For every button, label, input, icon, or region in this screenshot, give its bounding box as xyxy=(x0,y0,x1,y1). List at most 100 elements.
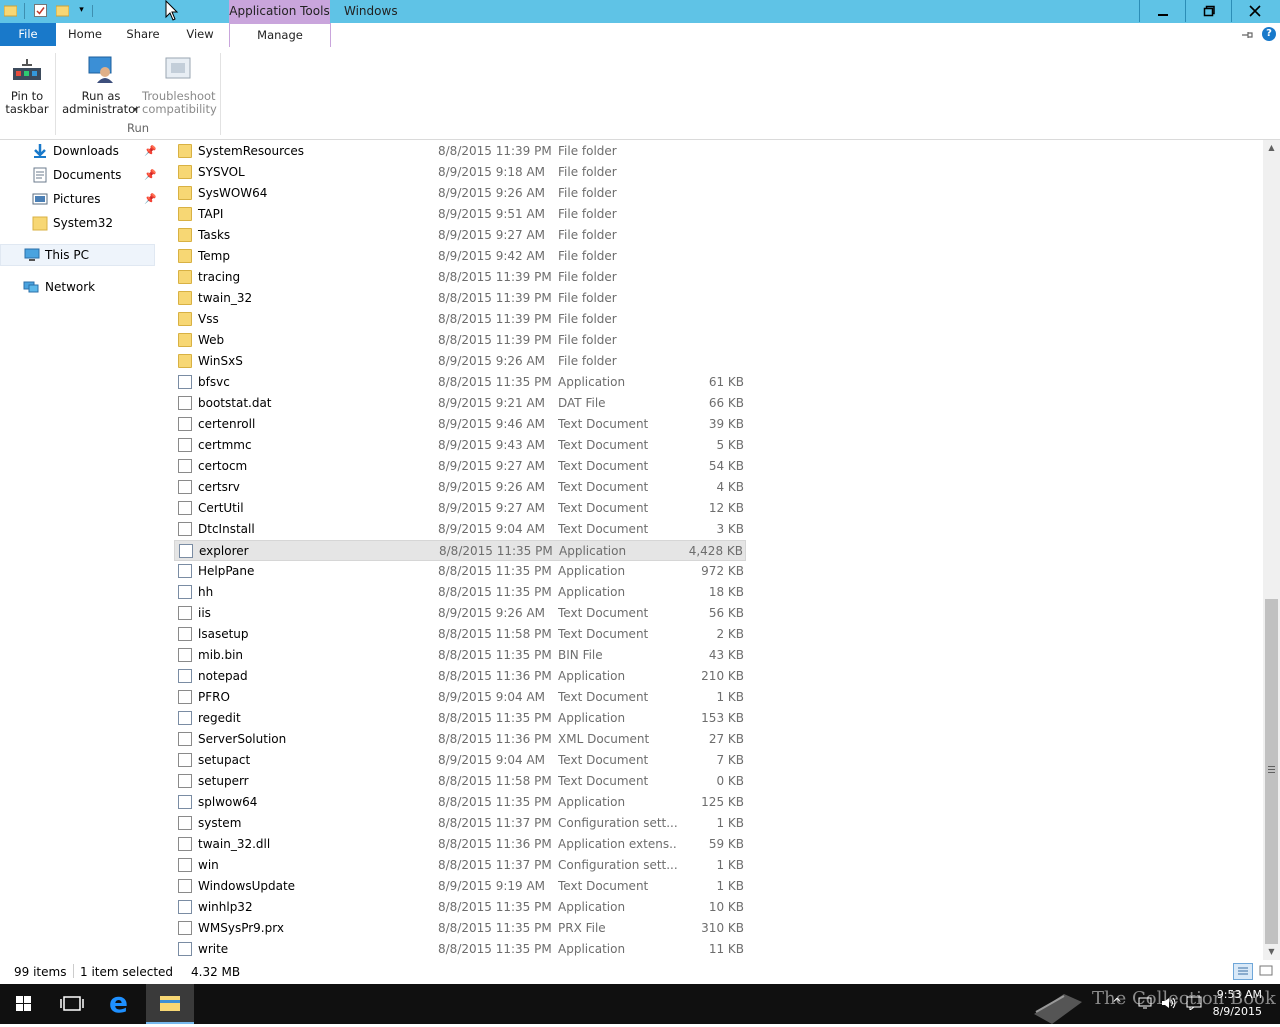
file-name: notepad xyxy=(198,669,248,683)
file-row[interactable]: TAPI 8/9/2015 9:51 AM File folder xyxy=(174,204,746,225)
file-name: certenroll xyxy=(198,417,256,431)
file-row[interactable]: HelpPane 8/8/2015 11:35 PM Application 972 … xyxy=(174,561,746,582)
file-type: Application xyxy=(558,795,626,809)
close-button[interactable] xyxy=(1232,0,1278,22)
file-row[interactable]: SYSVOL 8/9/2015 9:18 AM File folder xyxy=(174,162,746,183)
file-row[interactable]: system 8/8/2015 11:37 PM Configuration set… xyxy=(174,813,746,834)
scrollbar-thumb[interactable] xyxy=(1265,599,1278,944)
file-row[interactable]: certmmc 8/9/2015 9:43 AM Text Document 5 KB xyxy=(174,435,746,456)
start-button[interactable] xyxy=(0,984,48,1024)
pin-icon[interactable]: 📌 xyxy=(144,146,156,158)
tab-file[interactable]: File xyxy=(0,23,56,46)
file-date: 8/9/2015 9:26 AM xyxy=(438,480,546,494)
file-row[interactable]: hh 8/8/2015 11:35 PM Application 18 KB xyxy=(174,582,746,603)
file-row[interactable]: iis 8/9/2015 9:26 AM Text Document 56 KB xyxy=(174,603,746,624)
file-row[interactable]: SysWOW64 8/9/2015 9:26 AM File folder xyxy=(174,183,746,204)
file-row[interactable]: bfsvc 8/8/2015 11:35 PM Application 61 KB xyxy=(174,372,746,393)
file-row[interactable]: Tasks 8/9/2015 9:27 AM File folder xyxy=(174,225,746,246)
file-row[interactable]: certocm 8/9/2015 9:27 AM Text Document 54 K… xyxy=(174,456,746,477)
pin-ribbon-icon[interactable] xyxy=(1240,28,1254,42)
file-row[interactable]: WMSysPr9.prx 8/8/2015 11:35 PM PRX File 310… xyxy=(174,918,746,939)
file-date: 8/8/2015 11:35 PM xyxy=(438,375,552,389)
file-row[interactable]: regedit 8/8/2015 11:35 PM Application 153 K… xyxy=(174,708,746,729)
file-row[interactable]: twain_32.dll 8/8/2015 11:36 PM Application… xyxy=(174,834,746,855)
troubleshoot-compatibility-button[interactable]: Troubleshoot compatibility xyxy=(142,51,217,117)
file-row[interactable]: win 8/8/2015 11:37 PM Configuration sett..… xyxy=(174,855,746,876)
tab-home[interactable]: Home xyxy=(62,23,108,46)
divider xyxy=(1185,0,1186,22)
clock-time[interactable]: 9:53 AM xyxy=(1206,988,1262,1001)
volume-icon[interactable] xyxy=(1160,996,1178,1010)
network-tray-icon[interactable] xyxy=(1138,996,1154,1010)
show-hidden-icons-icon[interactable]: ^ xyxy=(1112,996,1122,1010)
action-center-icon[interactable] xyxy=(1186,996,1202,1011)
run-as-administrator-button[interactable]: Run as administrator ▾ xyxy=(60,51,142,117)
file-row[interactable]: DtcInstall 8/9/2015 9:04 AM Text Document 3… xyxy=(174,519,746,540)
divider xyxy=(1231,0,1232,22)
nav-item-system32[interactable]: System32 xyxy=(30,212,157,234)
file-row[interactable]: mib.bin 8/8/2015 11:35 PM BIN File 43 KB xyxy=(174,645,746,666)
file-name: Vss xyxy=(198,312,219,326)
file-size: 56 KB xyxy=(708,606,744,620)
file-explorer-button[interactable] xyxy=(146,984,194,1024)
restore-button[interactable] xyxy=(1186,0,1232,22)
scroll-down-arrow-icon[interactable]: ▼ xyxy=(1263,944,1280,960)
file-row[interactable]: WindowsUpdate 8/9/2015 9:19 AM Text Docume… xyxy=(174,876,746,897)
minimize-button[interactable] xyxy=(1140,0,1186,22)
file-row[interactable]: WinSxS 8/9/2015 9:26 AM File folder xyxy=(174,351,746,372)
file-row[interactable]: CertUtil 8/9/2015 9:27 AM Text Document 12 … xyxy=(174,498,746,519)
edge-browser-button[interactable]: e xyxy=(97,984,145,1024)
nav-item-downloads[interactable]: Downloads xyxy=(30,140,157,162)
task-view-button[interactable] xyxy=(48,984,96,1024)
pin-label-2: taskbar xyxy=(5,102,49,116)
file-row[interactable]: Vss 8/8/2015 11:39 PM File folder xyxy=(174,309,746,330)
scroll-up-arrow-icon[interactable]: ▲ xyxy=(1263,140,1280,156)
file-row[interactable]: write 8/8/2015 11:35 PM Application 11 KB xyxy=(174,939,746,960)
window-title: Windows xyxy=(344,4,398,18)
details-view-button[interactable] xyxy=(1233,963,1253,980)
file-row[interactable]: setupact 8/9/2015 9:04 AM Text Document 7 K… xyxy=(174,750,746,771)
file-row[interactable]: Temp 8/9/2015 9:42 AM File folder xyxy=(174,246,746,267)
file-row[interactable]: SystemResources 8/8/2015 11:39 PM File fol… xyxy=(174,141,746,162)
file-row[interactable]: tracing 8/8/2015 11:39 PM File folder xyxy=(174,267,746,288)
pin-icon[interactable]: 📌 xyxy=(144,170,156,182)
file-name: mib.bin xyxy=(198,648,244,662)
pin-to-taskbar-button[interactable]: Pin to taskbar xyxy=(0,51,54,117)
file-row[interactable]: Web 8/8/2015 11:39 PM File folder xyxy=(174,330,746,351)
file-row[interactable]: winhlp32 8/8/2015 11:35 PM Application 10 K… xyxy=(174,897,746,918)
properties-icon[interactable] xyxy=(34,4,47,17)
application-icon xyxy=(179,544,193,558)
tab-view[interactable]: View xyxy=(178,23,222,46)
clock-date[interactable]: 8/9/2015 xyxy=(1206,1005,1262,1018)
file-row[interactable]: certenroll 8/9/2015 9:46 AM Text Document 3… xyxy=(174,414,746,435)
tab-manage[interactable]: Manage xyxy=(229,23,331,48)
customize-toolbar-icon[interactable]: ▾ xyxy=(75,4,88,17)
vertical-scrollbar[interactable]: ▲ ▼ xyxy=(1263,140,1280,960)
nav-item-documents[interactable]: Documents xyxy=(30,164,157,186)
file-date: 8/9/2015 9:04 AM xyxy=(438,522,546,536)
new-folder-icon[interactable] xyxy=(55,4,70,17)
file-row[interactable]: bootstat.dat 8/9/2015 9:21 AM DAT File 66 K… xyxy=(174,393,746,414)
file-name: DtcInstall xyxy=(198,522,255,536)
file-row[interactable]: splwow64 8/8/2015 11:35 PM Application 125 … xyxy=(174,792,746,813)
file-row[interactable]: explorer 8/8/2015 11:35 PM Application 4,42… xyxy=(174,540,746,561)
file-row[interactable]: PFRO 8/9/2015 9:04 AM Text Document 1 KB xyxy=(174,687,746,708)
nav-item-pictures[interactable]: Pictures xyxy=(30,188,157,210)
file-row[interactable]: setuperr 8/8/2015 11:58 PM Text Document 0 … xyxy=(174,771,746,792)
file-row[interactable]: certsrv 8/9/2015 9:26 AM Text Document 4 KB xyxy=(174,477,746,498)
file-row[interactable]: twain_32 8/8/2015 11:39 PM File folder xyxy=(174,288,746,309)
large-icons-view-button[interactable] xyxy=(1257,963,1275,980)
file-date: 8/9/2015 9:21 AM xyxy=(438,396,546,410)
nav-item-network[interactable]: Network xyxy=(0,276,155,298)
folder-icon xyxy=(178,354,192,368)
tab-share[interactable]: Share xyxy=(120,23,166,46)
pin-icon[interactable]: 📌 xyxy=(144,194,156,206)
help-icon[interactable]: ? xyxy=(1262,27,1276,41)
troubleshoot-label-2: compatibility xyxy=(142,102,217,116)
file-row[interactable]: lsasetup 8/8/2015 11:58 PM Text Document 2 … xyxy=(174,624,746,645)
nav-item-this-pc[interactable]: This PC xyxy=(0,244,155,266)
file-row[interactable]: notepad 8/8/2015 11:36 PM Application 210 K… xyxy=(174,666,746,687)
file-row[interactable]: ServerSolution 8/8/2015 11:36 PM XML Docum… xyxy=(174,729,746,750)
folder-icon[interactable] xyxy=(3,4,18,17)
ribbon: Pin to taskbar Run as administrator ▾ Tr… xyxy=(0,47,1280,140)
